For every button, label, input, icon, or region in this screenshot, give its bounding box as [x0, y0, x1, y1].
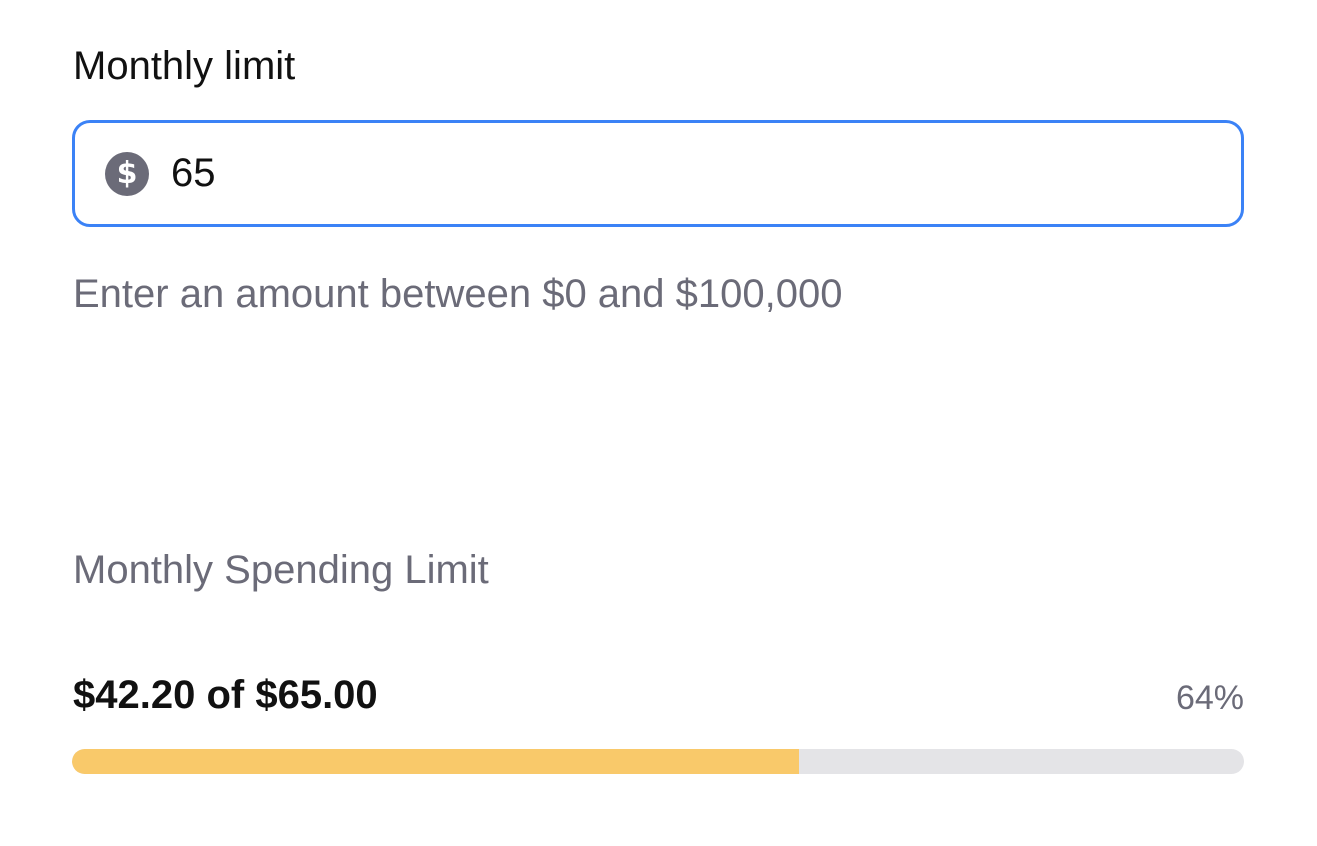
monthly-limit-input-wrapper[interactable]: $ [72, 120, 1244, 227]
spending-percent: 64% [1175, 679, 1244, 717]
spending-usage-text: $42.20 of $65.00 [73, 673, 378, 717]
dollar-circle-icon: $ [105, 151, 149, 196]
monthly-limit-input[interactable] [171, 151, 1171, 196]
monthly-limit-label: Monthly limit [73, 44, 296, 88]
spending-progress-bar [72, 749, 1244, 774]
spending-progress-fill [72, 749, 799, 774]
spending-section-title: Monthly Spending Limit [73, 548, 489, 592]
limit-helper-text: Enter an amount between $0 and $100,000 [73, 272, 843, 316]
